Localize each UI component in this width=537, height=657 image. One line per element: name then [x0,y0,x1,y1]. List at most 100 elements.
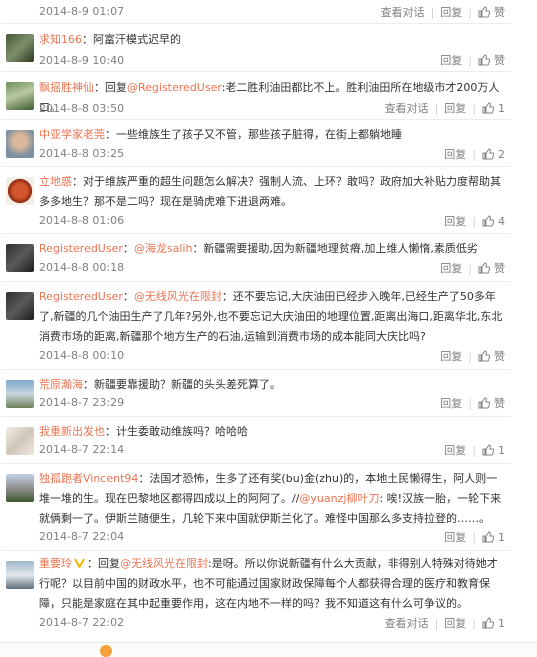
reply-link[interactable]: 回复 [444,615,466,631]
avatar[interactable] [6,380,34,408]
mention-link[interactable]: @yuanzj柳叶刀 [299,492,379,505]
reply-link[interactable]: 回复 [444,100,466,116]
avatar[interactable] [6,292,34,320]
comment-text: ：对于维族严重的超生问题怎么解决？强制人流、上环？敢吗？政府加大补贴力度帮助其多… [39,175,501,208]
thumb-up-icon [482,617,494,629]
comment-username[interactable]: RegisteredUser [39,242,123,255]
comment-date: 2014-8-8 03:50 [39,102,125,115]
comment-prefix: ：回复 [94,81,127,94]
like-button[interactable]: 赞 [478,348,505,364]
comment-username[interactable]: 独孤跑者Vincent94 [39,472,138,485]
reply-link[interactable]: 回复 [440,4,462,20]
like-count: 赞 [494,262,505,275]
like-button[interactable]: 赞 [478,4,505,20]
like-count: 1 [498,616,505,630]
comment-text: ：阿富汗模式迟早的 [82,33,181,46]
mention-link[interactable]: @RegisteredUser [127,81,222,94]
view-dialog-link[interactable]: 查看对话 [385,615,429,631]
comment-prefix: ：回复 [87,557,120,570]
like-button[interactable]: 1 [482,616,505,630]
like-button[interactable]: 2 [482,147,505,161]
comment-text: ：新疆需要援助,因为新疆地理贫瘠,加上维人懒惰,素质低劣 [192,242,478,255]
avatar[interactable] [6,177,34,205]
comment-item: RegisteredUser：@海龙salih：新疆需要援助,因为新疆地理贫瘠,… [1,234,511,282]
view-dialog-link[interactable]: 查看对话 [381,4,425,20]
mention-link[interactable]: @海龙salih [134,242,193,255]
comment-username[interactable]: 立地惑 [39,175,72,188]
like-button[interactable]: 1 [482,443,505,457]
comment-date: 2014-8-7 23:29 [39,396,125,409]
comment-date: 2014-8-8 00:18 [39,261,125,274]
comment-item: 重要玲 ：回复@无线风光在限封:是呀。所以你说新疆有什么大贡献，非得别人特殊对待她… [1,551,511,639]
thumb-up-icon [478,397,490,409]
reply-link[interactable]: 回复 [444,442,466,458]
comment-item: 求知166：阿富汗模式迟早的 2014-8-9 10:40 回复 | 赞 [1,24,511,72]
like-count: 赞 [494,6,505,19]
comment-date: 2014-8-7 22:04 [39,530,125,543]
comment-text: ：新疆要靠援助？新疆的头头差死算了。 [83,378,281,391]
comment-date: 2014-8-7 22:02 [39,616,125,629]
mention-link[interactable]: @无线风光在限封 [134,290,222,303]
comment-username[interactable]: RegisteredUser [39,290,123,303]
reply-link[interactable]: 回复 [440,52,462,68]
thumb-up-icon [482,148,494,160]
like-count: 1 [498,530,505,544]
comment-item: RegisteredUser：@无线风光在限封：还不要忘记,大庆油田已经步入晚年… [1,282,511,370]
comment-item: 2014-8-9 01:07 查看对话 | 回复 | 赞 [1,0,511,24]
like-count: 赞 [494,350,505,363]
like-button[interactable]: 1 [482,101,505,115]
avatar[interactable] [6,82,34,110]
thumb-up-icon [482,215,494,227]
like-button[interactable]: 4 [482,214,505,228]
thumb-up-icon [482,531,494,543]
reply-link[interactable]: 回复 [444,529,466,545]
avatar[interactable] [6,427,34,455]
avatar[interactable] [6,130,34,158]
verified-v-icon [74,555,85,570]
bottom-bar [0,642,537,657]
avatar[interactable] [6,244,34,272]
reply-link[interactable]: 回复 [440,348,462,364]
like-count: 1 [498,443,505,457]
comment-text: ：一些维族生了孩子又不管，那些孩子脏得，在街上都躺地睡 [105,128,402,141]
comment-prefix: ： [122,290,134,303]
avatar[interactable] [6,474,34,502]
like-button[interactable]: 赞 [478,395,505,411]
status-dot-icon [100,645,112,657]
comment-date: 2014-8-9 01:07 [39,5,125,18]
reply-link[interactable]: 回复 [440,260,462,276]
comment-item: 中亚学家老莞：一些维族生了孩子又不管，那些孩子脏得，在街上都躺地睡 2014-8… [1,120,511,167]
reply-link[interactable]: 回复 [440,395,462,411]
like-button[interactable]: 赞 [478,260,505,276]
thumb-up-icon [482,102,494,114]
comment-username[interactable]: 求知166 [39,33,82,46]
comment-username[interactable]: 重要玲 [39,557,72,570]
mention-link[interactable]: @无线风光在限封 [120,557,208,570]
thumb-up-icon [482,444,494,456]
comment-date: 2014-8-7 22:14 [39,443,125,456]
reply-link[interactable]: 回复 [444,146,466,162]
thumb-up-icon [478,54,490,66]
comment-username[interactable]: 飘摇胜神仙 [39,81,94,94]
like-button[interactable]: 赞 [478,52,505,68]
reply-link[interactable]: 回复 [444,213,466,229]
comment-date: 2014-8-8 00:10 [39,349,125,362]
like-count: 1 [498,101,505,115]
thumb-up-icon [478,350,490,362]
avatar[interactable] [6,34,34,62]
view-dialog-link[interactable]: 查看对话 [385,100,429,116]
comment-item: 独孤跑者Vincent94：法国才恐怖，生多了还有奖(bu)金(zhu)的，本地… [1,464,511,551]
comment-date: 2014-8-9 10:40 [39,54,125,67]
like-count: 2 [498,147,505,161]
avatar[interactable] [6,561,34,589]
comment-username[interactable]: 荒原瀚海 [39,378,83,391]
thumb-up-icon [478,6,490,18]
comment-date: 2014-8-8 03:25 [39,147,125,160]
comment-date: 2014-8-8 01:06 [39,214,125,227]
comment-item: 飘摇胜神仙：回复@RegisteredUser:老二胜利油田都比不上。胜利油田所… [1,72,511,120]
comment-text: ：计生委敢动维族吗？哈哈哈 [105,425,248,438]
comment-username[interactable]: 中亚学家老莞 [39,128,105,141]
comment-prefix: ： [122,242,134,255]
like-button[interactable]: 1 [482,530,505,544]
comment-username[interactable]: 我重新出发也 [39,425,105,438]
